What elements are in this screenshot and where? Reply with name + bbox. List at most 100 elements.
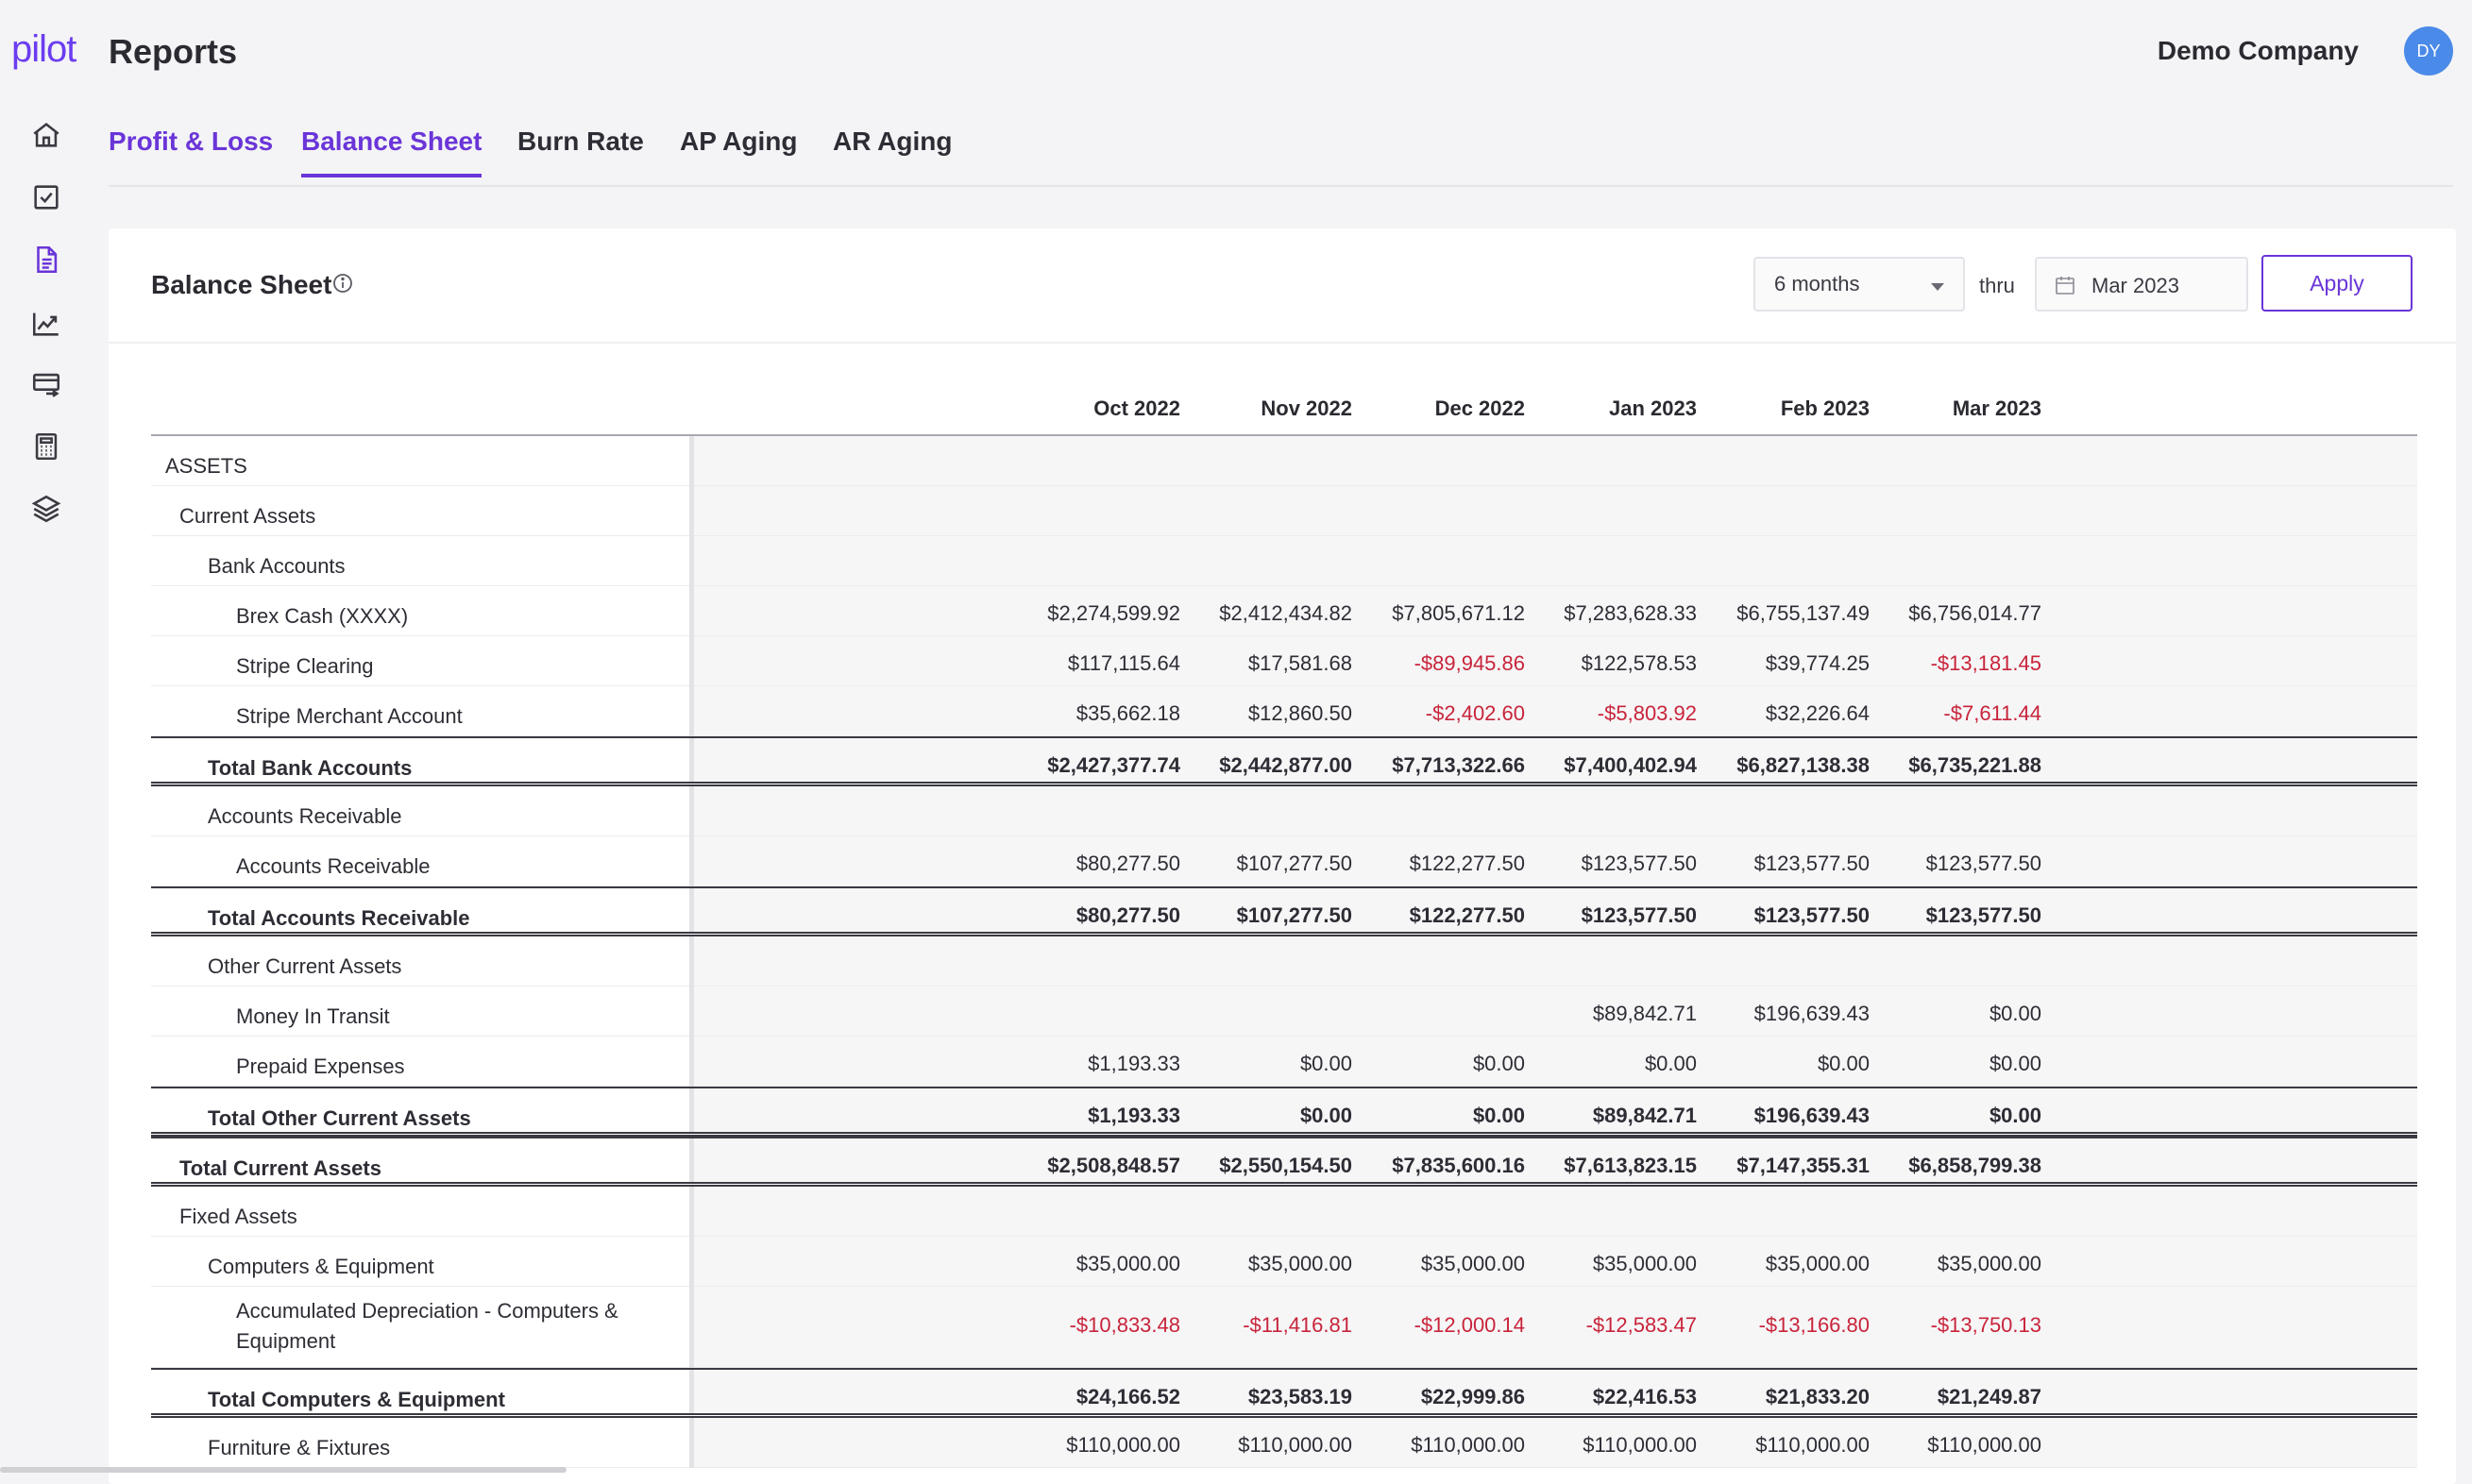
- row-label-cell: Computers & Equipment: [151, 1237, 689, 1287]
- total-row[interactable]: Total Other Current Assets $1,193.33 $0.00…: [151, 1087, 2417, 1137]
- table-row[interactable]: Current Assets: [151, 486, 2417, 536]
- row-values: $110,000.00 $110,000.00 $110,000.00 $110,00…: [694, 1418, 2417, 1468]
- row-values: $80,277.50 $107,277.50 $122,277.50 $123,577…: [694, 888, 2417, 932]
- tab-profit-loss[interactable]: Profit & Loss: [109, 126, 273, 174]
- value-cell[interactable]: $123,577.50: [1777, 903, 2041, 928]
- row-label: Fixed Assets: [179, 1205, 297, 1228]
- period-dropdown[interactable]: 6 months: [1753, 257, 1965, 312]
- end-date-value: Mar 2023: [2091, 274, 2179, 297]
- value-cell[interactable]: $0.00: [1777, 1002, 2041, 1026]
- calendar-icon: [2056, 277, 2074, 295]
- row-values: $35,000.00 $35,000.00 $35,000.00 $35,000.00…: [694, 1237, 2417, 1287]
- info-icon[interactable]: [331, 272, 354, 295]
- row-label-cell: Total Computers & Equipment: [151, 1370, 689, 1413]
- checkbox-icon[interactable]: [28, 179, 64, 215]
- row-label: ASSETS: [165, 454, 247, 478]
- value-cell[interactable]: -$7,611.44: [1777, 701, 2041, 726]
- row-values: $1,193.33 $0.00 $0.00 $89,842.71 $196,639.43…: [694, 1088, 2417, 1132]
- row-label-cell: Brex Cash (XXXX): [151, 586, 689, 636]
- table-row[interactable]: Furniture & Fixtures $110,000.00 $110,000.…: [151, 1418, 2417, 1468]
- horizontal-scrollbar[interactable]: [0, 1467, 567, 1473]
- value-cell[interactable]: $21,249.87: [1777, 1385, 2041, 1409]
- tab-ap-aging[interactable]: AP Aging: [680, 126, 797, 174]
- row-values: $2,427,377.74 $2,442,877.00 $7,713,322.66 $…: [694, 738, 2417, 782]
- document-icon[interactable]: [28, 242, 64, 278]
- row-values: $80,277.50 $107,277.50 $122,277.50 $123,577…: [694, 836, 2417, 886]
- home-icon[interactable]: [28, 117, 64, 153]
- value-cell[interactable]: $0.00: [1777, 1104, 2041, 1128]
- report-toolbar: Balance Sheet 6 months thru Mar 2023 App…: [109, 228, 2456, 344]
- row-label: Current Assets: [179, 504, 316, 528]
- table-row[interactable]: Fixed Assets: [151, 1187, 2417, 1237]
- row-label-cell: Fixed Assets: [151, 1187, 689, 1237]
- user-avatar[interactable]: DY: [2404, 26, 2453, 76]
- row-label: Prepaid Expenses: [236, 1054, 405, 1078]
- value-cell[interactable]: -$13,181.45: [1777, 651, 2041, 676]
- table-row[interactable]: Other Current Assets: [151, 936, 2417, 987]
- row-label: Accounts Receivable: [236, 854, 431, 878]
- row-label-cell: Total Other Current Assets: [151, 1088, 689, 1132]
- row-values: [694, 936, 2417, 987]
- table-row[interactable]: Prepaid Expenses $1,193.33 $0.00 $0.00 $0.00…: [151, 1037, 2417, 1087]
- table-row[interactable]: Money In Transit $89,842.71 $196,639.43 $0.…: [151, 987, 2417, 1037]
- row-label-cell: Furniture & Fixtures: [151, 1418, 689, 1468]
- table-row[interactable]: Bank Accounts: [151, 536, 2417, 586]
- table-row[interactable]: ASSETS: [151, 436, 2417, 486]
- report-title: Balance Sheet: [151, 270, 332, 299]
- total-row[interactable]: Total Accounts Receivable $80,277.50 $107,…: [151, 886, 2417, 936]
- value-cell[interactable]: $110,000.00: [1777, 1433, 2041, 1458]
- pilot-logo[interactable]: pilot: [11, 28, 76, 71]
- total-row[interactable]: Total Current Assets $2,508,848.57 $2,550,…: [151, 1137, 2417, 1187]
- total-row[interactable]: Total Computers & Equipment $24,166.52 $23…: [151, 1368, 2417, 1418]
- row-values: $35,662.18 $12,860.50 -$2,402.60 -$5,803.92…: [694, 686, 2417, 736]
- row-label: Stripe Merchant Account: [236, 704, 463, 728]
- table-row[interactable]: Stripe Merchant Account $35,662.18 $12,860…: [151, 686, 2417, 736]
- value-cell[interactable]: $6,735,221.88: [1777, 753, 2041, 778]
- table-row[interactable]: Stripe Clearing $117,115.64 $17,581.68 -$89…: [151, 636, 2417, 686]
- total-row[interactable]: Total Bank Accounts $2,427,377.74 $2,442,8…: [151, 736, 2417, 786]
- table-row[interactable]: Accumulated Depreciation - Computers & E…: [151, 1287, 2417, 1368]
- table-row[interactable]: Accounts Receivable: [151, 786, 2417, 836]
- row-label: Total Other Current Assets: [208, 1106, 471, 1130]
- row-label-cell: Total Current Assets: [151, 1138, 689, 1182]
- period-value: 6 months: [1774, 272, 1860, 295]
- value-cell[interactable]: $6,756,014.77: [1777, 601, 2041, 626]
- table-body: ASSETS Current Assets Bank Accounts Brex Ca…: [151, 436, 2417, 1468]
- table-row[interactable]: Computers & Equipment $35,000.00 $35,000.0…: [151, 1237, 2417, 1287]
- value-cell[interactable]: -$13,750.13: [1777, 1313, 2041, 1338]
- company-switcher[interactable]: Demo Company: [2158, 36, 2359, 66]
- value-cell[interactable]: $0.00: [1777, 1052, 2041, 1076]
- table-row[interactable]: Brex Cash (XXXX) $2,274,599.92 $2,412,434.…: [151, 586, 2417, 636]
- column-header: Mar 2023: [1952, 396, 2041, 420]
- value-cell[interactable]: $123,577.50: [1777, 852, 2041, 876]
- row-label: Total Computers & Equipment: [208, 1388, 505, 1411]
- value-cell[interactable]: $35,000.00: [1777, 1252, 2041, 1276]
- layers-icon[interactable]: [28, 491, 64, 527]
- end-date-picker[interactable]: Mar 2023: [2035, 257, 2248, 312]
- table-header: Oct 2022 Nov 2022 Dec 2022 Jan 2023 Feb 2023…: [151, 379, 2417, 436]
- row-values: [694, 786, 2417, 836]
- row-values: -$10,833.48 -$11,416.81 -$12,000.14 -$12,58…: [694, 1287, 2417, 1368]
- row-label: Bank Accounts: [208, 554, 346, 578]
- row-label-cell: Total Accounts Receivable: [151, 888, 689, 932]
- row-label: Brex Cash (XXXX): [236, 604, 409, 628]
- row-label-cell: Accounts Receivable: [151, 786, 689, 836]
- trend-chart-icon[interactable]: [28, 306, 64, 342]
- apply-button[interactable]: Apply: [2261, 255, 2413, 312]
- card-transfer-icon[interactable]: [28, 366, 64, 402]
- row-values: [694, 536, 2417, 586]
- row-label-cell: Accounts Receivable: [151, 836, 689, 886]
- table-row[interactable]: Accounts Receivable $80,277.50 $107,277.50…: [151, 836, 2417, 886]
- row-label: Furniture & Fixtures: [208, 1436, 391, 1459]
- row-label: Computers & Equipment: [208, 1255, 434, 1278]
- value-cell[interactable]: $6,858,799.38: [1777, 1154, 2041, 1178]
- tab-balance-sheet[interactable]: Balance Sheet: [301, 126, 483, 177]
- row-values: $117,115.64 $17,581.68 -$89,945.86 $122,578…: [694, 636, 2417, 686]
- calculator-icon[interactable]: [28, 429, 64, 464]
- report-tabs: Profit & Loss Balance Sheet Burn Rate AP…: [109, 121, 2453, 187]
- tab-ar-aging[interactable]: AR Aging: [833, 126, 953, 174]
- row-values: $1,193.33 $0.00 $0.00 $0.00 $0.00 $0.00: [694, 1037, 2417, 1087]
- tab-burn-rate[interactable]: Burn Rate: [517, 126, 644, 174]
- row-label: Accumulated Depreciation - Computers & E…: [236, 1299, 618, 1353]
- row-label-cell: Bank Accounts: [151, 536, 689, 586]
